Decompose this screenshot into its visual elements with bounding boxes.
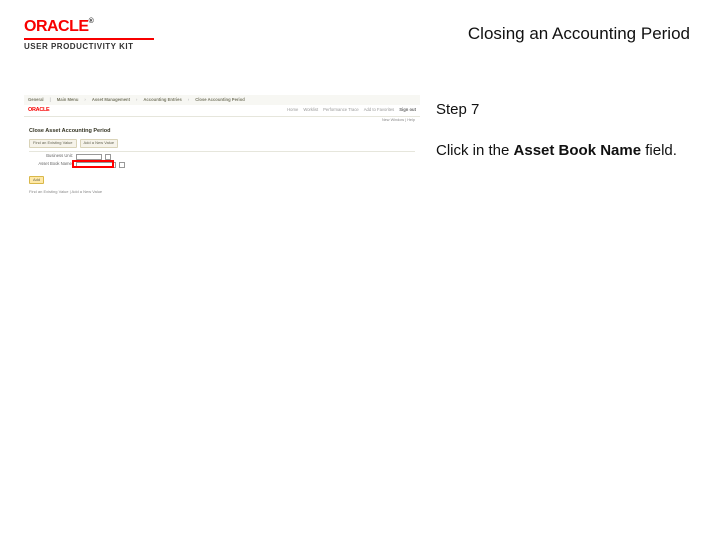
crumb: General: [28, 98, 44, 103]
oracle-tm: ®: [89, 18, 94, 25]
nav-worklist: Worklist: [303, 108, 318, 113]
thumb-tab-find: Find an Existing Value: [29, 139, 77, 148]
mini-nav: Home Worklist Performance Trace Add to F…: [287, 108, 416, 113]
step-text: Click in the Asset Book Name field.: [436, 142, 696, 159]
brand-rule: [24, 38, 154, 40]
mini-oracle-logo: ORACLE: [28, 107, 49, 113]
step-text-bold: Asset Book Name: [514, 142, 642, 159]
oracle-logo: ORACLE®: [24, 18, 93, 36]
page-title: Closing an Accounting Period: [468, 24, 690, 44]
thumb-heading: Close Asset Accounting Period: [24, 125, 420, 137]
nav-performance: Performance Trace: [323, 108, 359, 113]
screenshot-thumbnail: General| Main Menu› Asset Management› Ac…: [24, 95, 420, 243]
add-button[interactable]: Add: [29, 176, 44, 185]
brand-block: ORACLE® USER PRODUCTIVITY KIT: [24, 18, 154, 51]
lookup-icon[interactable]: [119, 162, 125, 168]
thumb-row-book: Asset Book Name:: [24, 161, 420, 169]
thumb-rule: [29, 151, 415, 152]
thumb-tab-add: Add a New Value: [80, 139, 119, 148]
crumb: Main Menu: [57, 98, 79, 103]
oracle-logo-text: ORACLE: [24, 18, 89, 35]
bu-input[interactable]: [76, 154, 102, 160]
book-label: Asset Book Name:: [29, 162, 73, 167]
thumb-row-add: Add: [24, 175, 420, 186]
thumb-footer: Find an Existing Value | Add a New Value: [24, 185, 420, 197]
lookup-icon[interactable]: [105, 154, 111, 160]
step-label: Step 7: [436, 101, 696, 118]
step-text-prefix: Click in the: [436, 142, 514, 159]
step-text-suffix: field.: [641, 142, 677, 159]
thumb-status: New Window | Help: [24, 117, 420, 124]
bu-label: Business Unit:: [29, 154, 73, 159]
crumb: Accounting Entries: [143, 98, 181, 103]
nav-signout: Sign out: [399, 108, 416, 113]
instruction-panel: Step 7 Click in the Asset Book Name fiel…: [436, 95, 696, 159]
crumb: Asset Management: [92, 98, 130, 103]
crumb: Close Accounting Period: [195, 98, 245, 103]
thumb-row-bu: Business Unit:: [24, 153, 420, 161]
thumb-toolbar: Find an Existing Value Add a New Value: [24, 137, 420, 150]
brand-subline: USER PRODUCTIVITY KIT: [24, 42, 133, 51]
nav-addfav: Add to Favorites: [364, 108, 395, 113]
thumb-brandbar: ORACLE Home Worklist Performance Trace A…: [24, 105, 420, 117]
nav-home: Home: [287, 108, 298, 113]
thumb-breadcrumb: General| Main Menu› Asset Management› Ac…: [24, 95, 420, 105]
asset-book-name-input[interactable]: [76, 162, 116, 168]
